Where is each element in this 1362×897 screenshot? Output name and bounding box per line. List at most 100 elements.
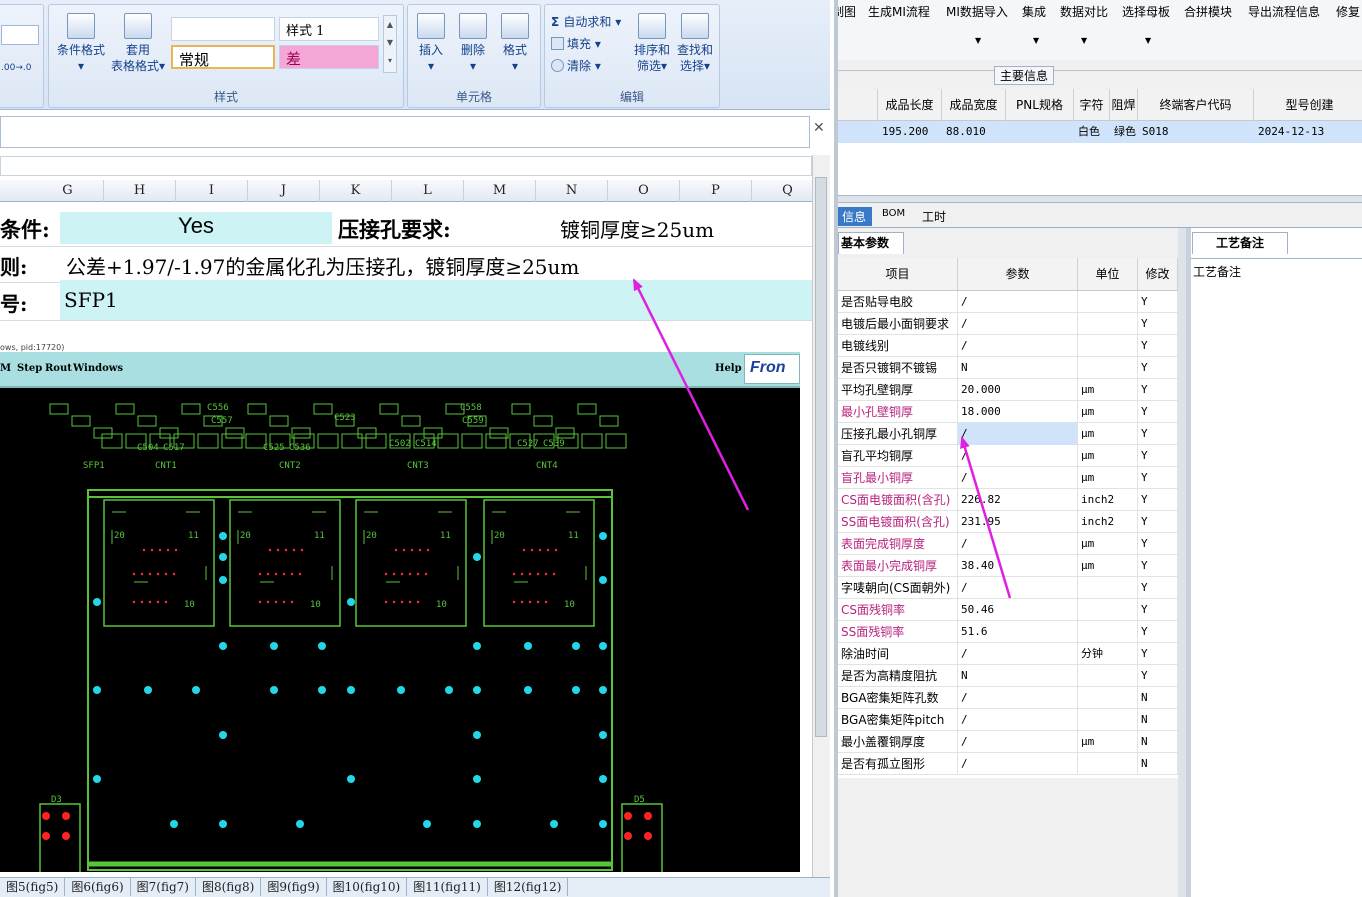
cam-menu-windows[interactable]: Windows: [73, 363, 123, 374]
param-row[interactable]: BGA密集矩阵pitch / N: [838, 709, 1178, 731]
autosum-button[interactable]: Σ 自动求和 ▾: [551, 13, 621, 30]
top-menu-item[interactable]: 集成: [1022, 3, 1046, 20]
summary-cell[interactable]: [1010, 121, 1074, 143]
summary-cell[interactable]: S018: [1142, 121, 1254, 143]
format-button[interactable]: 格式 ▾: [494, 13, 536, 74]
close-icon[interactable]: ✕: [813, 120, 825, 136]
param-value-cell[interactable]: 50.46: [958, 599, 1078, 621]
param-row[interactable]: SS面残铜率 51.6 Y: [838, 621, 1178, 643]
param-row[interactable]: 是否贴导电胶 / Y: [838, 291, 1178, 313]
delete-button[interactable]: 删除 ▾: [452, 13, 494, 74]
style1-cell[interactable]: 样式 1: [279, 17, 379, 41]
dropdown-arrow-icon[interactable]: ▼: [1033, 36, 1039, 45]
column-header[interactable]: G: [32, 180, 104, 202]
column-header[interactable]: L: [392, 180, 464, 202]
style-bad-cell[interactable]: 差: [279, 45, 379, 69]
param-row[interactable]: SS面电镀面积(含孔) 231.95 inch2 Y: [838, 511, 1178, 533]
sheet-tab[interactable]: 图8(fig8): [196, 878, 262, 896]
top-menu-item[interactable]: 选择母板: [1122, 3, 1170, 20]
summary-column-header[interactable]: 成品长度: [878, 89, 942, 121]
cam-menu-help[interactable]: Help: [715, 363, 742, 374]
conditional-format-button[interactable]: 条件格式 ▾: [53, 13, 109, 74]
sheet-tab[interactable]: 图7(fig7): [131, 878, 196, 896]
yes-value[interactable]: Yes: [60, 213, 332, 239]
param-row[interactable]: CS面电镀面积(含孔) 226.82 inch2 Y: [838, 489, 1178, 511]
top-menu-item[interactable]: 导出流程信息: [1248, 3, 1320, 20]
param-column-header[interactable]: 项目: [838, 258, 958, 291]
param-row[interactable]: 表面完成铜厚度 / μm Y: [838, 533, 1178, 555]
table-format-button[interactable]: 套用 表格格式▾: [109, 13, 167, 74]
summary-column-header[interactable]: 型号创建: [1254, 89, 1362, 121]
column-header[interactable]: P: [680, 180, 752, 202]
column-header[interactable]: N: [536, 180, 608, 202]
column-header[interactable]: I: [176, 180, 248, 202]
param-row[interactable]: 是否有孤立图形 / N: [838, 753, 1178, 775]
style-scroll-buttons[interactable]: ▲ ▼ ▾: [383, 15, 397, 73]
splitter[interactable]: [838, 195, 1362, 203]
param-row[interactable]: 盲孔平均铜厚 / μm Y: [838, 445, 1178, 467]
dropdown-arrow-icon[interactable]: ▼: [1081, 36, 1087, 45]
number-format-dropdown[interactable]: [1, 25, 39, 45]
param-value-cell[interactable]: N: [958, 665, 1078, 687]
scroll-thumb[interactable]: [815, 177, 827, 737]
param-value-cell[interactable]: /: [958, 313, 1078, 335]
sheet-tab[interactable]: 图5(fig5): [0, 878, 66, 896]
top-menu-item[interactable]: 生成MI流程: [868, 3, 930, 20]
param-value-cell[interactable]: 226.82: [958, 489, 1078, 511]
param-row[interactable]: 最小盖覆铜厚度 / μm N: [838, 731, 1178, 753]
top-menu-item[interactable]: 数据对比: [1060, 3, 1108, 20]
sort-filter-button[interactable]: 排序和 筛选▾: [631, 13, 673, 74]
summary-column-header[interactable]: 字符: [1074, 89, 1110, 121]
param-value-cell[interactable]: 231.95: [958, 511, 1078, 533]
param-row[interactable]: 平均孔壁铜厚 20.000 μm Y: [838, 379, 1178, 401]
param-value-cell[interactable]: /: [958, 291, 1078, 313]
param-value-cell[interactable]: /: [958, 577, 1078, 599]
summary-column-header[interactable]: PNL规格: [1006, 89, 1074, 121]
param-value-cell[interactable]: /: [958, 731, 1078, 753]
param-row[interactable]: 字唛朝向(CS面朝外) / Y: [838, 577, 1178, 599]
column-header[interactable]: M: [464, 180, 536, 202]
param-value-cell[interactable]: /: [958, 643, 1078, 665]
param-value-cell[interactable]: /: [958, 335, 1078, 357]
style-normal-cell[interactable]: 常规: [171, 45, 275, 69]
param-row[interactable]: CS面残铜率 50.46 Y: [838, 599, 1178, 621]
tab-craft-notes[interactable]: 工艺备注: [1192, 232, 1288, 254]
summary-column-header[interactable]: [838, 89, 878, 121]
summary-grid-row[interactable]: 195.20088.010 白色字符绿色S0182024-12-13 15:18:…: [838, 121, 1362, 160]
sheet-tab[interactable]: 图12(fig12): [488, 878, 569, 896]
param-value-cell[interactable]: 20.000: [958, 379, 1078, 401]
fill-button[interactable]: 填充 ▾: [551, 35, 601, 52]
cam-menu-step[interactable]: Step: [17, 363, 42, 374]
summary-cell[interactable]: [842, 121, 878, 143]
dropdown-arrow-icon[interactable]: ▼: [1145, 36, 1151, 45]
param-column-header[interactable]: 修改: [1138, 258, 1178, 291]
param-column-header[interactable]: 单位: [1078, 258, 1138, 291]
formula-bar[interactable]: [0, 116, 810, 148]
sheet-tab[interactable]: 图6(fig6): [65, 878, 131, 896]
find-select-button[interactable]: 查找和 选择▾: [673, 13, 717, 74]
cam-menu-rout[interactable]: Rout: [45, 363, 72, 374]
param-value-cell[interactable]: /: [958, 687, 1078, 709]
top-menu-item[interactable]: 合拼模块: [1184, 3, 1232, 20]
param-row[interactable]: 是否为高精度阻抗 N Y: [838, 665, 1178, 687]
vertical-splitter[interactable]: [1178, 228, 1186, 897]
param-value-cell[interactable]: /: [958, 709, 1078, 731]
detail-tab[interactable]: BOM: [876, 207, 911, 220]
param-value-cell[interactable]: /: [958, 423, 1078, 445]
detail-tab[interactable]: 工时: [916, 207, 952, 226]
craft-notes-area[interactable]: 工艺备注: [1191, 258, 1362, 897]
summary-cell[interactable]: 白色字符: [1078, 121, 1110, 160]
style-blank-cell[interactable]: [171, 17, 275, 41]
column-header[interactable]: O: [608, 180, 680, 202]
summary-cell[interactable]: 88.010: [946, 121, 1006, 143]
param-row[interactable]: 最小孔壁铜厚 18.000 μm Y: [838, 401, 1178, 423]
summary-cell[interactable]: 绿色: [1114, 121, 1138, 143]
param-row[interactable]: 是否只镀铜不镀锡 N Y: [838, 357, 1178, 379]
param-value-cell[interactable]: /: [958, 467, 1078, 489]
rule-text[interactable]: 公差+1.97/-1.97的金属化孔为压接孔，镀铜厚度≥25um: [66, 251, 579, 280]
param-value-cell[interactable]: N: [958, 357, 1078, 379]
sheet-tab[interactable]: 图11(fig11): [407, 878, 488, 896]
column-header[interactable]: H: [104, 180, 176, 202]
vertical-scrollbar[interactable]: [812, 155, 830, 895]
column-header[interactable]: K: [320, 180, 392, 202]
